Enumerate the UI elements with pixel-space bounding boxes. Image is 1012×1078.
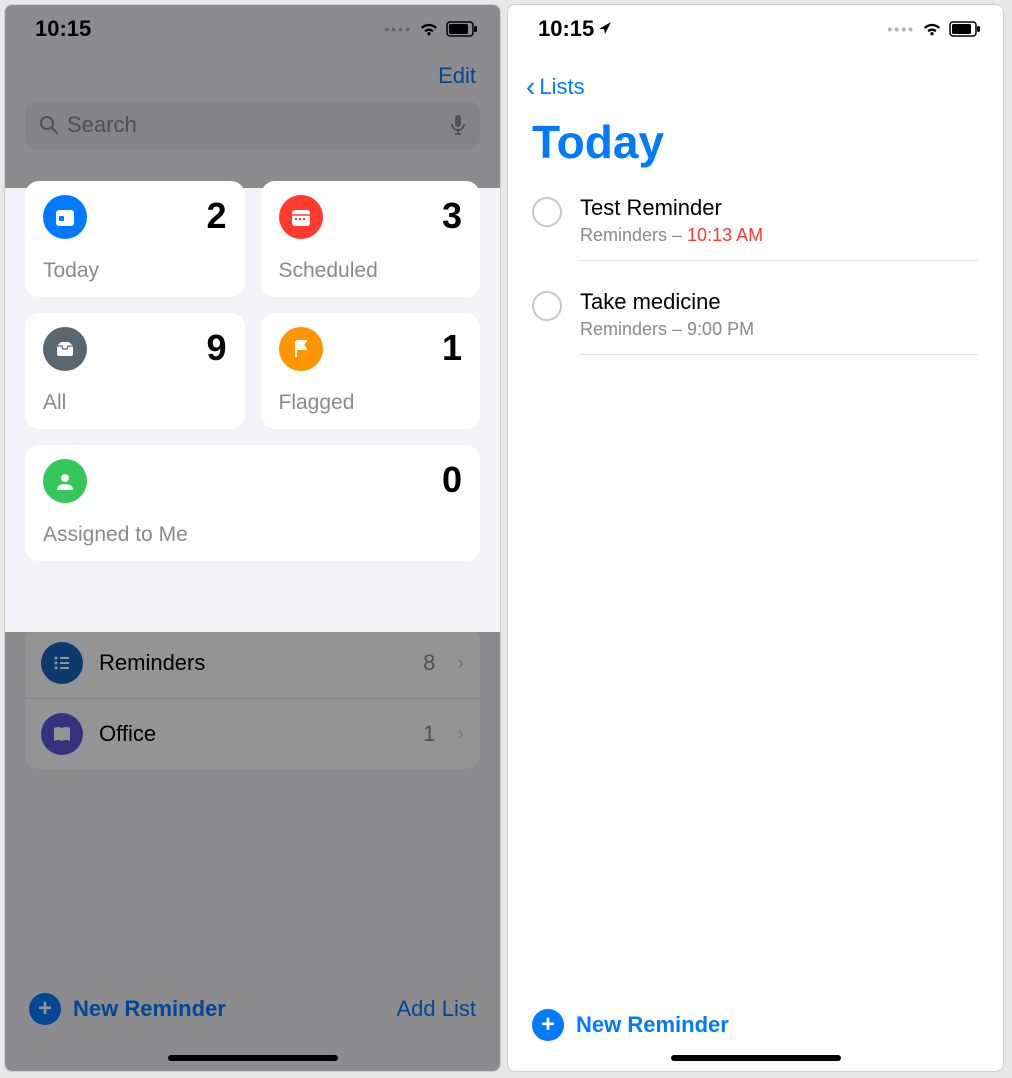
cellular-dots-icon: ••••: [887, 21, 915, 37]
new-reminder-label: New Reminder: [576, 1012, 729, 1038]
reminder-title: Take medicine: [580, 289, 979, 315]
back-button[interactable]: ‹ Lists: [508, 53, 1003, 107]
plus-circle-icon: +: [532, 1009, 564, 1041]
list-name: Office: [99, 721, 407, 747]
list-bullet-icon: [41, 642, 83, 684]
list-count: 8: [423, 650, 435, 676]
card-flagged-label: Flagged: [279, 391, 463, 415]
new-reminder-button[interactable]: + New Reminder: [29, 993, 226, 1025]
reminder-subtitle: Reminders – 9:00 PM: [580, 319, 979, 340]
card-all-count: 9: [206, 327, 226, 369]
location-icon: [598, 21, 612, 35]
search-icon: [39, 115, 59, 135]
card-assigned-count: 0: [442, 459, 462, 501]
nav-row: Edit: [5, 53, 500, 95]
plus-circle-icon: +: [29, 993, 61, 1025]
card-today-count: 2: [206, 195, 226, 237]
status-time: 10:15: [35, 16, 91, 42]
reminder-subtitle: Reminders – 10:13 AM: [580, 225, 979, 246]
status-bar: 10:15 ••••: [5, 5, 500, 53]
card-scheduled-count: 3: [442, 195, 462, 237]
left-screen: 10:15 •••• Edit Search: [4, 4, 501, 1072]
status-bar: 10:15 ••••: [508, 5, 1003, 53]
battery-icon: [949, 21, 981, 37]
chevron-right-icon: ›: [457, 723, 464, 746]
battery-icon: [446, 21, 478, 37]
book-icon: [41, 713, 83, 755]
card-flagged[interactable]: 1 Flagged: [261, 313, 481, 429]
page-title: Today: [508, 107, 1003, 181]
right-screen: 10:15 •••• ‹ Lists Today Test Reminder R…: [507, 4, 1004, 1072]
flag-icon: [279, 327, 323, 371]
home-indicator[interactable]: [671, 1055, 841, 1061]
new-reminder-button[interactable]: + New Reminder: [532, 1009, 979, 1041]
reminder-row[interactable]: Take medicine Reminders – 9:00 PM: [508, 275, 1003, 369]
chevron-left-icon: ‹: [526, 73, 535, 101]
list-count: 1: [423, 721, 435, 747]
chevron-right-icon: ›: [457, 652, 464, 675]
card-today[interactable]: 2 Today: [25, 181, 245, 297]
card-assigned[interactable]: 0 Assigned to Me: [25, 445, 480, 561]
card-today-label: Today: [43, 259, 227, 283]
list-row-reminders[interactable]: Reminders 8 ›: [25, 628, 480, 698]
calendar-icon: [279, 195, 323, 239]
edit-button[interactable]: Edit: [438, 63, 476, 89]
wifi-icon: [921, 21, 943, 37]
home-indicator[interactable]: [168, 1055, 338, 1061]
status-right: ••••: [384, 21, 478, 37]
bottom-bar: + New Reminder Add List: [5, 977, 500, 1053]
tray-icon: [43, 327, 87, 371]
add-list-button[interactable]: Add List: [397, 996, 477, 1022]
reminder-radio[interactable]: [532, 291, 562, 321]
calendar-today-icon: [43, 195, 87, 239]
list-row-office[interactable]: Office 1 ›: [25, 698, 480, 769]
card-scheduled-label: Scheduled: [279, 259, 463, 283]
card-all-label: All: [43, 391, 227, 415]
search-placeholder: Search: [67, 112, 442, 138]
reminder-title: Test Reminder: [580, 195, 979, 221]
card-assigned-label: Assigned to Me: [43, 523, 462, 547]
person-icon: [43, 459, 87, 503]
card-all[interactable]: 9 All: [25, 313, 245, 429]
reminder-row[interactable]: Test Reminder Reminders – 10:13 AM: [508, 181, 1003, 275]
status-right: ••••: [887, 21, 981, 37]
list-name: Reminders: [99, 650, 407, 676]
card-scheduled[interactable]: 3 Scheduled: [261, 181, 481, 297]
search-input[interactable]: Search: [25, 101, 480, 149]
back-label: Lists: [539, 74, 584, 100]
new-reminder-label: New Reminder: [73, 996, 226, 1022]
wifi-icon: [418, 21, 440, 37]
cellular-dots-icon: ••••: [384, 21, 412, 37]
status-time: 10:15: [538, 16, 612, 42]
reminder-radio[interactable]: [532, 197, 562, 227]
card-flagged-count: 1: [442, 327, 462, 369]
mic-icon[interactable]: [450, 114, 466, 136]
